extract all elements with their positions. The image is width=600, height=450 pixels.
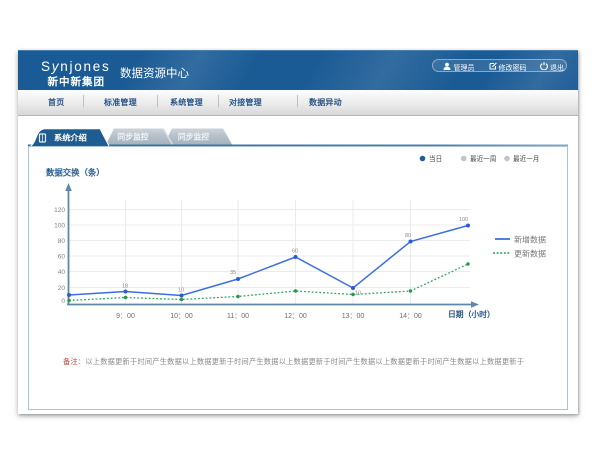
svg-text:同步监控: 同步监控: [178, 132, 209, 142]
svg-text:100: 100: [54, 223, 65, 230]
svg-text:10：00: 10：00: [170, 313, 193, 320]
svg-text:数据交换（条）: 数据交换（条）: [46, 168, 105, 178]
svg-text:40: 40: [58, 269, 66, 276]
svg-text:12：00: 12：00: [284, 313, 307, 320]
svg-text:120: 120: [54, 207, 65, 214]
svg-text:20: 20: [58, 285, 66, 292]
svg-text:10: 10: [178, 288, 184, 294]
svg-text:60: 60: [58, 254, 66, 261]
svg-text:系统介绍: 系统介绍: [54, 133, 87, 143]
svg-text:最近一月: 最近一月: [513, 154, 539, 163]
svg-text:60: 60: [292, 249, 298, 255]
svg-text:11：00: 11：00: [227, 313, 249, 320]
svg-text:14：00: 14：00: [399, 313, 422, 320]
svg-text:100: 100: [459, 217, 468, 223]
svg-text:80: 80: [405, 233, 411, 239]
svg-text:最近一周: 最近一周: [470, 154, 496, 163]
svg-text:更新数据: 更新数据: [514, 249, 546, 259]
svg-text:80: 80: [58, 238, 66, 245]
svg-text:35: 35: [230, 270, 236, 276]
svg-text:同步监控: 同步监控: [117, 132, 148, 142]
svg-text:0: 0: [61, 298, 65, 305]
svg-text:新增数据: 新增数据: [514, 235, 546, 245]
svg-text:9：00: 9：00: [116, 313, 135, 320]
svg-text:18: 18: [122, 284, 128, 290]
svg-text:日期（小时）: 日期（小时）: [448, 309, 495, 319]
svg-text:10: 10: [355, 291, 361, 297]
svg-text:当日: 当日: [429, 154, 442, 163]
svg-text:13：00: 13：00: [342, 313, 365, 320]
